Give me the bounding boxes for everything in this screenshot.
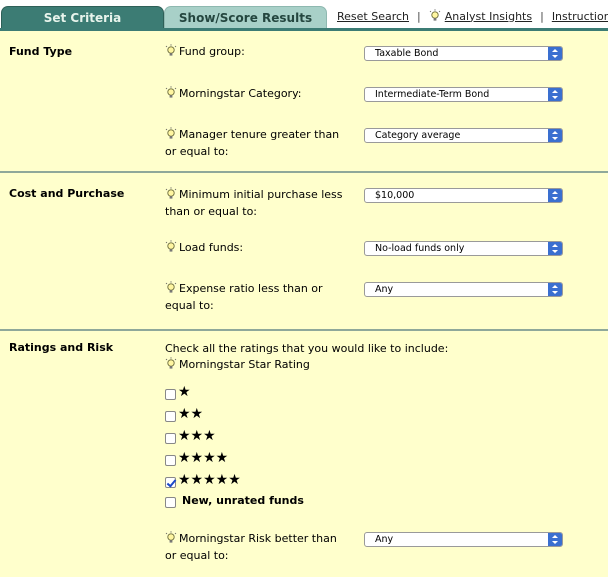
fund-group-value: Taxable Bond	[375, 48, 439, 59]
tab-bar: Set Criteria Show/Score Results Reset Se…	[0, 0, 608, 31]
risk-label-text: Morningstar Risk better than or equal to…	[165, 532, 337, 562]
link-separator: |	[417, 9, 421, 23]
select-arrows-icon	[548, 189, 562, 202]
lightbulb-icon[interactable]	[165, 127, 177, 141]
section-title-ratings-and-risk: Ratings and Risk	[9, 341, 114, 354]
unrated-option[interactable]: New, unrated funds	[165, 491, 304, 509]
lightbulb-icon[interactable]	[165, 357, 177, 371]
lightbulb-icon[interactable]	[165, 240, 177, 254]
select-arrows-icon	[548, 533, 562, 546]
load-label: Load funds:	[165, 239, 350, 256]
tab-show-score-results[interactable]: Show/Score Results	[164, 6, 327, 28]
expense-label: Expense ratio less than or equal to:	[165, 280, 350, 314]
criteria-panel: Fund Type Fund group: Taxable Bond Morni…	[0, 31, 608, 577]
category-label-text: Morningstar Category:	[179, 87, 302, 100]
star-1-checkbox[interactable]	[165, 388, 176, 400]
unrated-checkbox[interactable]	[165, 496, 176, 508]
tenure-select[interactable]: Category average	[364, 128, 563, 143]
star-5-label: ★★★★★	[178, 472, 241, 488]
risk-label: Morningstar Risk better than or equal to…	[165, 530, 350, 564]
lightbulb-icon[interactable]	[165, 187, 177, 201]
lightbulb-icon	[429, 9, 441, 21]
load-select[interactable]: No-load funds only	[364, 241, 563, 256]
lightbulb-icon[interactable]	[165, 44, 177, 58]
ratings-intro-text: Check all the ratings that you would lik…	[165, 342, 449, 355]
section-title-cost-and-purchase: Cost and Purchase	[9, 187, 125, 200]
expense-value: Any	[375, 284, 394, 295]
star-4-label: ★★★★	[178, 450, 229, 466]
risk-value: Any	[375, 534, 394, 545]
min-purchase-label-text: Minimum initial purchase less than or eq…	[165, 188, 343, 218]
unrated-label: New, unrated funds	[182, 493, 304, 507]
min-purchase-value: $10,000	[375, 190, 415, 201]
star-rating-label: Morningstar Star Rating	[165, 356, 465, 373]
tenure-value: Category average	[375, 130, 461, 141]
select-arrows-icon	[548, 242, 562, 255]
star-3-checkbox[interactable]	[165, 432, 176, 444]
select-arrows-icon	[548, 47, 562, 60]
select-arrows-icon	[548, 129, 562, 142]
expense-label-text: Expense ratio less than or equal to:	[165, 282, 323, 312]
tab-set-criteria[interactable]: Set Criteria	[1, 6, 164, 28]
section-title-fund-type: Fund Type	[9, 45, 73, 58]
star-option-2[interactable]: ★★	[165, 405, 203, 423]
star-rating-label-text: Morningstar Star Rating	[179, 358, 310, 371]
risk-select[interactable]: Any	[364, 532, 563, 547]
star-5-checkbox[interactable]	[165, 476, 176, 488]
star-4-checkbox[interactable]	[165, 454, 176, 466]
instructions-link[interactable]: Instructions	[552, 10, 608, 23]
load-label-text: Load funds:	[179, 241, 244, 254]
tenure-label: Manager tenure greater than or equal to:	[165, 126, 350, 160]
top-links: Reset Search | Analyst Insights | Instru…	[337, 9, 608, 23]
category-value: Intermediate-Term Bond	[375, 89, 490, 100]
star-option-1[interactable]: ★	[165, 383, 191, 401]
select-arrows-icon	[548, 283, 562, 296]
load-value: No-load funds only	[375, 243, 465, 254]
tenure-label-text: Manager tenure greater than or equal to:	[165, 128, 340, 158]
link-separator: |	[540, 9, 544, 23]
lightbulb-icon[interactable]	[165, 281, 177, 295]
section-divider	[0, 329, 608, 331]
star-option-5[interactable]: ★★★★★	[165, 471, 241, 489]
analyst-insights-link[interactable]: Analyst Insights	[445, 10, 532, 23]
category-label: Morningstar Category:	[165, 85, 350, 102]
star-3-label: ★★★	[178, 428, 216, 444]
select-arrows-icon	[548, 88, 562, 101]
min-purchase-label: Minimum initial purchase less than or eq…	[165, 186, 350, 220]
star-option-4[interactable]: ★★★★	[165, 449, 228, 467]
star-2-label: ★★	[178, 406, 204, 422]
star-option-3[interactable]: ★★★	[165, 427, 216, 445]
fund-group-select[interactable]: Taxable Bond	[364, 46, 563, 61]
lightbulb-icon[interactable]	[165, 531, 177, 545]
min-purchase-select[interactable]: $10,000	[364, 188, 563, 203]
star-1-label: ★	[178, 384, 191, 400]
fund-group-label-text: Fund group:	[179, 45, 245, 58]
section-divider	[0, 171, 608, 173]
star-2-checkbox[interactable]	[165, 410, 176, 422]
lightbulb-icon[interactable]	[165, 86, 177, 100]
category-select[interactable]: Intermediate-Term Bond	[364, 87, 563, 102]
expense-select[interactable]: Any	[364, 282, 563, 297]
reset-search-link[interactable]: Reset Search	[337, 10, 409, 23]
fund-group-label: Fund group:	[165, 43, 350, 60]
